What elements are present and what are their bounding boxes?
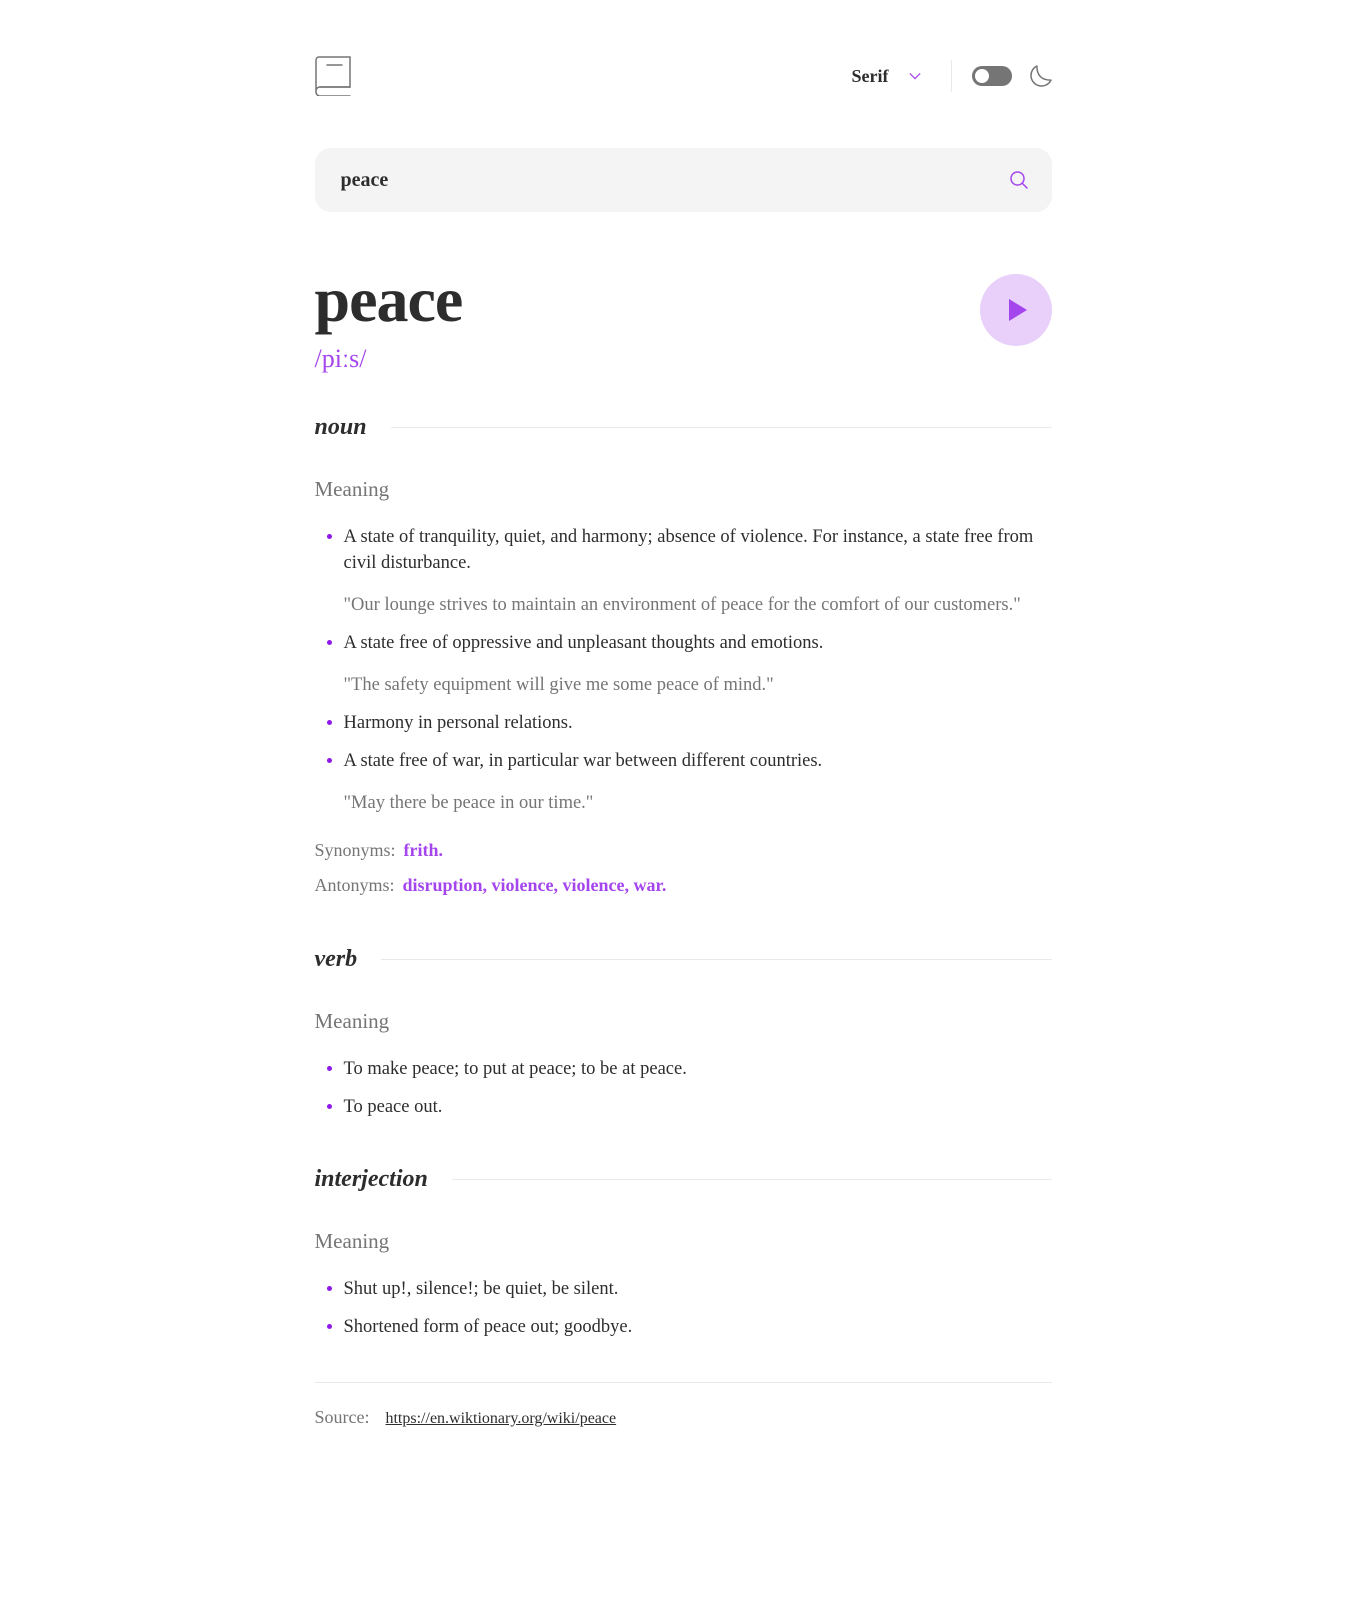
header-controls: Serif — [852, 60, 1052, 92]
bullet — [326, 720, 332, 725]
chevron-down-icon — [908, 72, 921, 80]
footer-divider — [314, 1382, 1052, 1383]
definition-list: Shut up!, silence!; be quiet, be silent.… — [315, 1276, 1052, 1340]
section-divider — [390, 427, 1052, 428]
bullet — [326, 1104, 332, 1109]
header-divider — [950, 60, 952, 92]
meaning-heading: Meaning — [314, 1009, 390, 1033]
word-title: peace — [314, 264, 464, 335]
antonyms-links[interactable]: disruption, violence, violence, war. — [403, 875, 667, 896]
source-label: Source: — [314, 1407, 370, 1427]
synonyms-row: Synonyms: frith. — [315, 840, 1052, 861]
definition-text: Shortened form of peace out; goodbye. — [343, 1317, 633, 1337]
definition-example: "The safety equipment will give me some … — [343, 675, 774, 695]
bullet — [326, 1324, 332, 1329]
definition-text: To make peace; to put at peace; to be at… — [343, 1059, 687, 1079]
section-divider — [381, 959, 1052, 960]
meaning-heading: Meaning — [314, 477, 390, 501]
moon-icon — [1029, 65, 1052, 87]
search-bar — [314, 148, 1052, 212]
bullet — [326, 640, 332, 645]
play-audio-button[interactable] — [979, 274, 1052, 346]
word-block: peace /piːs/ — [314, 264, 464, 374]
source-link[interactable]: https://en.wiktionary.org/wiki/peace — [385, 1410, 616, 1428]
theme-toggle[interactable] — [971, 66, 1012, 86]
definition-item: A state free of war, in particular war b… — [315, 748, 1052, 816]
section-divider — [451, 1179, 1052, 1180]
dictionary-page: Serif peace /piːs/ noun — [314, 0, 1052, 1428]
definition-example: "May there be peace in our time." — [343, 793, 594, 813]
synonyms-links[interactable]: frith. — [404, 840, 444, 861]
part-of-speech-row: verb — [315, 946, 1052, 973]
book-icon[interactable] — [314, 56, 351, 96]
definition-item: To peace out. — [315, 1094, 1052, 1120]
bullet — [326, 758, 332, 763]
part-of-speech-row: interjection — [315, 1166, 1052, 1193]
definition-list: A state of tranquility, quiet, and harmo… — [315, 524, 1052, 816]
search-input[interactable] — [338, 167, 1010, 193]
definition-text: A state free of oppressive and unpleasan… — [343, 633, 824, 653]
theme-toggle-knob — [974, 69, 989, 83]
synonyms-label: Synonyms: — [314, 840, 396, 860]
definition-text: To peace out. — [343, 1097, 443, 1117]
part-of-speech-verb: verb — [314, 946, 358, 972]
definition-item: Shortened form of peace out; goodbye. — [315, 1314, 1052, 1340]
antonyms-label: Antonyms: — [314, 875, 395, 895]
font-selector[interactable]: Serif — [852, 66, 921, 87]
definition-text: A state of tranquility, quiet, and harmo… — [343, 527, 1034, 573]
definition-list: To make peace; to put at peace; to be at… — [315, 1056, 1052, 1120]
app-header: Serif — [314, 56, 1052, 96]
definition-item: Shut up!, silence!; be quiet, be silent. — [315, 1276, 1052, 1302]
part-of-speech-noun: noun — [314, 414, 367, 440]
part-of-speech-interjection: interjection — [314, 1166, 428, 1192]
antonyms-row: Antonyms: disruption, violence, violence… — [315, 875, 1052, 896]
definition-example: "Our lounge strives to maintain an envir… — [343, 595, 1021, 615]
definition-item: To make peace; to put at peace; to be at… — [315, 1056, 1052, 1082]
source-row: Source: https://en.wiktionary.org/wiki/p… — [315, 1407, 1052, 1428]
play-icon — [1008, 299, 1027, 321]
noun-section: noun Meaning A state of tranquility, qui… — [315, 414, 1052, 896]
definition-text: A state free of war, in particular war b… — [343, 751, 823, 771]
definition-text: Shut up!, silence!; be quiet, be silent. — [343, 1279, 619, 1299]
search-icon[interactable] — [1009, 171, 1028, 189]
bullet — [326, 1286, 332, 1291]
definition-item: A state free of oppressive and unpleasan… — [315, 630, 1052, 698]
phonetic: /piːs/ — [314, 344, 367, 373]
interjection-section: interjection Meaning Shut up!, silence!;… — [315, 1166, 1052, 1340]
definition-item: A state of tranquility, quiet, and harmo… — [315, 524, 1052, 618]
definition-text: Harmony in personal relations. — [343, 713, 573, 733]
meaning-heading: Meaning — [314, 1229, 390, 1253]
bullet — [326, 534, 332, 539]
word-header: peace /piːs/ — [315, 264, 1052, 374]
part-of-speech-row: noun — [315, 414, 1052, 441]
definition-item: Harmony in personal relations. — [315, 710, 1052, 736]
font-selector-label: Serif — [851, 65, 889, 86]
verb-section: verb Meaning To make peace; to put at pe… — [315, 946, 1052, 1120]
bullet — [326, 1066, 332, 1071]
